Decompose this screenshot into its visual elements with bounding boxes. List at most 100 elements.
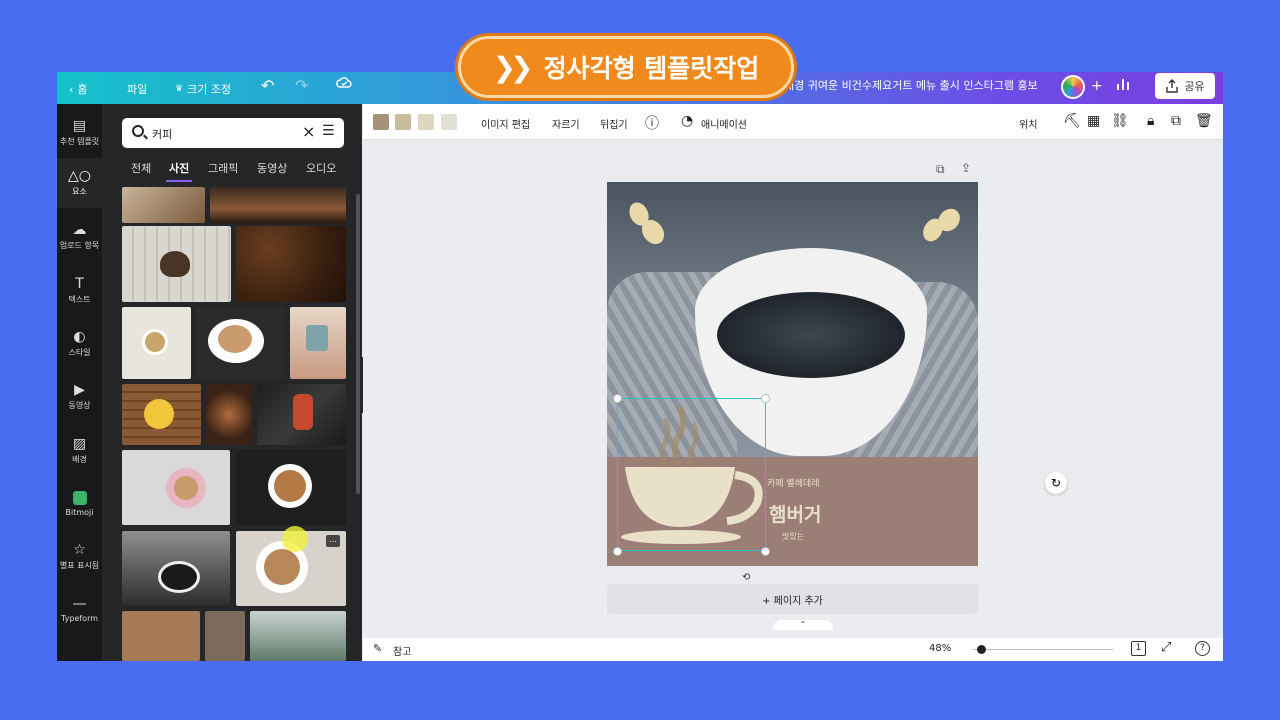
rail-item-background[interactable]: ▨ 배경 xyxy=(57,426,102,476)
share-button[interactable]: 공유 xyxy=(1155,73,1215,99)
photo-thumbnail[interactable] xyxy=(122,307,191,379)
duplicate-icon[interactable]: ⧉ xyxy=(1171,113,1181,129)
add-page-button[interactable]: + 페이지 추가 xyxy=(607,584,978,614)
zoom-slider[interactable] xyxy=(973,649,1113,650)
resize-handle[interactable] xyxy=(613,547,622,556)
page-count[interactable]: 1 xyxy=(1131,641,1146,656)
rotate-handle-icon[interactable]: ⟲ xyxy=(742,572,750,583)
rail-item-typeform[interactable]: — Typeform xyxy=(57,585,102,635)
cloud-saved-icon[interactable] xyxy=(335,74,353,92)
lock-icon[interactable]: 🔒︎ xyxy=(1147,113,1154,129)
zoom-value[interactable]: 48% xyxy=(929,643,951,654)
rail-item-style[interactable]: ◐ 스타일 xyxy=(57,319,102,369)
rail-label: 별표 표시됨 xyxy=(59,561,100,570)
position-button[interactable]: 위치 xyxy=(1019,116,1037,131)
help-button[interactable]: ? xyxy=(1195,641,1210,656)
photo-thumbnail[interactable] xyxy=(196,307,285,379)
rail-item-uploads[interactable]: ☁ 업로드 항목 xyxy=(57,212,102,262)
design-title[interactable]: 햄버거 xyxy=(769,500,821,527)
resize-handle[interactable] xyxy=(761,547,770,556)
photo-thumbnail[interactable] xyxy=(122,384,201,445)
color-swatch[interactable] xyxy=(373,114,389,130)
animate-icon[interactable]: ◔ xyxy=(681,113,693,129)
panel-scrollbar[interactable] xyxy=(356,194,360,494)
tab-audio[interactable]: 오디오 xyxy=(306,160,336,176)
crop-button[interactable]: 자르기 xyxy=(552,116,580,131)
photo-thumbnail[interactable] xyxy=(257,384,346,445)
photo-thumbnail[interactable] xyxy=(210,187,346,223)
add-collaborator-button[interactable]: + xyxy=(1091,78,1103,94)
photo-thumbnail[interactable] xyxy=(290,307,346,379)
elements-icon: △○ xyxy=(68,168,91,184)
rail-label: 업로드 항목 xyxy=(59,241,100,250)
file-menu[interactable]: 파일 xyxy=(127,81,147,97)
photo-thumbnail[interactable] xyxy=(250,611,346,661)
info-icon[interactable]: ⓘ xyxy=(645,113,659,133)
fullscreen-icon[interactable]: ⤢ xyxy=(1161,640,1171,655)
selection-box[interactable] xyxy=(617,398,766,551)
chevron-up-icon[interactable]: ⌃ xyxy=(773,620,833,630)
rail-label: 동영상 xyxy=(68,401,91,410)
tab-graphics[interactable]: 그래픽 xyxy=(208,160,238,176)
photo-thumbnail[interactable] xyxy=(206,384,252,445)
crown-icon: ♛ xyxy=(175,84,184,94)
zoom-slider-handle[interactable] xyxy=(977,645,986,654)
add-page-icon[interactable]: ⇪ xyxy=(961,161,971,175)
paint-roller-icon[interactable]: ⛏ xyxy=(1063,113,1081,129)
refresh-icon[interactable]: ↻ xyxy=(1045,472,1067,494)
link-icon[interactable]: ⛓ xyxy=(1111,113,1129,129)
rail-item-starred[interactable]: ☆ 별표 표시됨 xyxy=(57,532,102,582)
rail-item-text[interactable]: T 텍스트 xyxy=(57,266,102,316)
search-input[interactable]: 커피 × ☰ xyxy=(122,118,344,148)
rail-item-elements[interactable]: △○ 요소 xyxy=(57,158,102,208)
photo-thumbnail[interactable] xyxy=(122,187,205,223)
design-page[interactable]: 카페 별헤데레 햄버거 맛있는 xyxy=(607,182,978,566)
document-title[interactable]: 배경 귀여운 비건수제요거트 메뉴 출시 인스타그램 홍보 xyxy=(784,77,1038,93)
rail-item-templates[interactable]: ▤ 추천 템플릿 xyxy=(57,108,102,158)
color-swatch[interactable] xyxy=(395,114,411,130)
photo-thumbnail[interactable] xyxy=(205,611,245,661)
more-options-icon[interactable]: … xyxy=(326,535,340,547)
design-tagline[interactable]: 맛있는 xyxy=(782,531,804,542)
redo-icon[interactable]: ↷ xyxy=(295,76,308,95)
design-canvas: ⧉ ⇪ 카페 별헤데레 햄버거 맛있는 ⟲ ↻ + 페이지 추가 ⌃ xyxy=(363,140,1223,630)
resize-handle[interactable] xyxy=(761,394,770,403)
avatar[interactable] xyxy=(1061,75,1085,99)
notes-button[interactable]: 참고 xyxy=(393,643,411,658)
resize-handle[interactable] xyxy=(613,394,622,403)
photo-thumbnail[interactable] xyxy=(122,531,230,606)
rail-item-bitmoji[interactable]: Bitmoji xyxy=(57,479,102,529)
clear-search-icon[interactable]: × xyxy=(302,122,315,141)
resize-button[interactable]: ♛ 크기 조정 xyxy=(175,81,231,97)
home-button[interactable]: ‹ 홈 xyxy=(69,81,88,97)
trash-icon[interactable]: 🗑︎ xyxy=(1195,113,1213,129)
transparency-icon[interactable]: ▦ xyxy=(1087,113,1100,129)
edit-image-button[interactable]: 이미지 편집 xyxy=(481,116,530,131)
media-tabs: 전체 사진 그래픽 동영상 오디오 xyxy=(102,160,362,184)
design-subtitle[interactable]: 카페 별헤데레 xyxy=(767,476,820,489)
upload-icon: ☁ xyxy=(72,222,87,238)
insights-button[interactable] xyxy=(1115,76,1131,92)
photo-thumbnail[interactable] xyxy=(236,450,346,525)
photo-thumbnail[interactable] xyxy=(236,226,346,302)
bar-chart-icon xyxy=(1117,79,1129,90)
rail-item-video[interactable]: ▶ 동영상 xyxy=(57,372,102,422)
color-swatch[interactable] xyxy=(441,114,457,130)
active-tab-indicator xyxy=(166,180,192,182)
tab-photos[interactable]: 사진 xyxy=(169,160,189,176)
elements-panel: 커피 × ☰ 전체 사진 그래픽 동영상 오디오 … xyxy=(102,104,362,661)
rail-label: 배경 xyxy=(72,455,87,464)
undo-icon[interactable]: ↶ xyxy=(261,76,274,95)
color-swatch[interactable] xyxy=(418,114,434,130)
photo-thumbnail[interactable] xyxy=(122,611,200,661)
copy-page-icon[interactable]: ⧉ xyxy=(936,162,945,177)
tab-videos[interactable]: 동영상 xyxy=(257,160,287,176)
tab-all[interactable]: 전체 xyxy=(131,160,151,176)
filter-icon[interactable]: ☰ xyxy=(322,123,335,139)
notes-icon[interactable]: ✎ xyxy=(373,642,382,655)
flip-button[interactable]: 뒤집기 xyxy=(600,116,628,131)
context-toolbar: 이미지 편집 자르기 뒤집기 ⓘ ◔ 애니메이션 위치 ⛏ ▦ ⛓ 🔒︎ ⧉ 🗑… xyxy=(363,104,1223,140)
photo-thumbnail[interactable] xyxy=(122,450,230,525)
photo-thumbnail[interactable] xyxy=(122,226,231,302)
animate-button[interactable]: 애니메이션 xyxy=(701,116,747,131)
